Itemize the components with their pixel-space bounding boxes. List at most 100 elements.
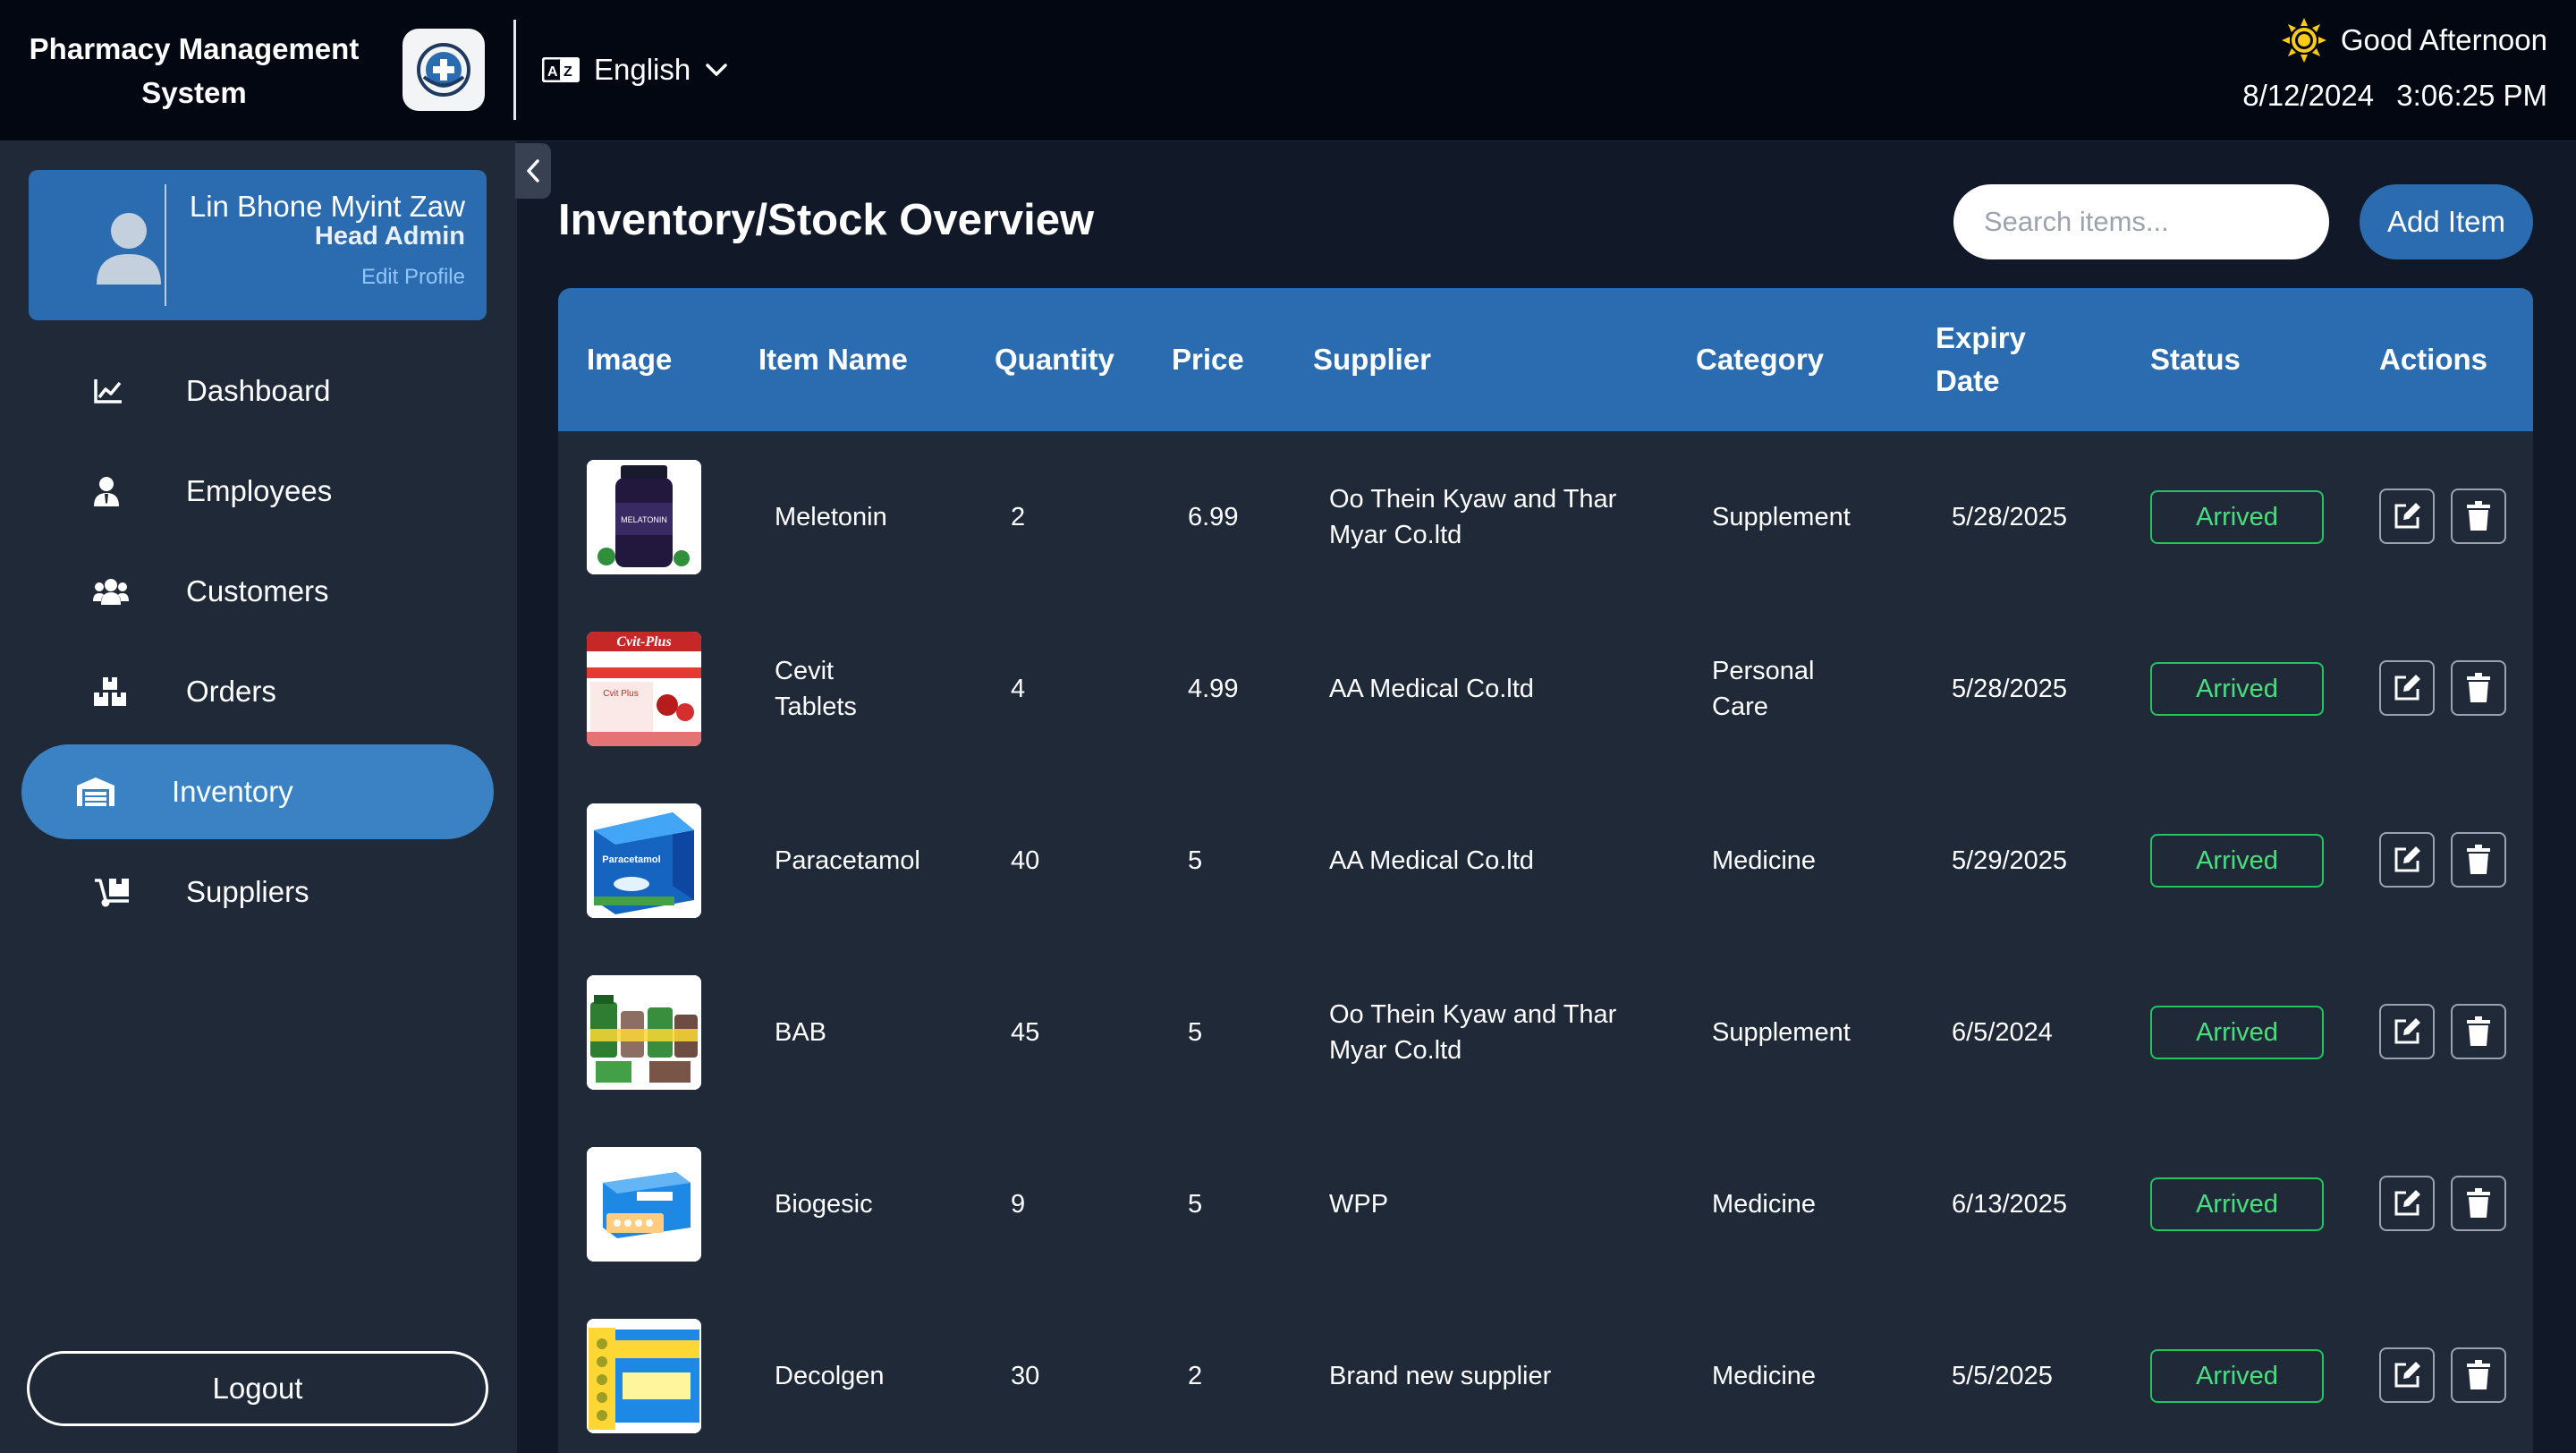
column-header-price: Price bbox=[1172, 343, 1244, 376]
item-price: 6.99 bbox=[1188, 503, 1239, 531]
column-header-quantity: Quantity bbox=[995, 343, 1114, 376]
item-name: Biogesic bbox=[775, 1190, 873, 1219]
table-row: BAB 45 5 Oo Thein Kyaw and Thar Myar Co.… bbox=[558, 947, 2533, 1118]
edit-button[interactable] bbox=[2379, 489, 2435, 544]
item-price: 5 bbox=[1188, 1018, 1203, 1047]
sidebar-item-inventory[interactable]: Inventory bbox=[21, 744, 494, 839]
logout-button[interactable]: Logout bbox=[27, 1351, 488, 1426]
trash-icon bbox=[2467, 673, 2490, 702]
item-supplier: WPP bbox=[1329, 1190, 1389, 1219]
item-expiry-date: 5/28/2025 bbox=[1952, 675, 2068, 703]
chart-line-icon bbox=[93, 378, 156, 404]
sidebar: Lin Bhone Myint Zaw Head Admin Edit Prof… bbox=[0, 141, 517, 1453]
column-header-actions: Actions bbox=[2379, 343, 2488, 376]
boxes-icon bbox=[93, 676, 156, 707]
item-expiry-date: 6/5/2024 bbox=[1952, 1018, 2053, 1047]
item-supplier: Oo Thein Kyaw and Thar Myar Co.ltd bbox=[1329, 1000, 1617, 1065]
column-header-supplier: Supplier bbox=[1313, 343, 1432, 376]
edit-button[interactable] bbox=[2379, 660, 2435, 716]
column-header-item-name: Item Name bbox=[758, 343, 908, 376]
table-row: Cvit-Plus Cvit Plus Cevit Tablets 4 4.99… bbox=[558, 603, 2533, 775]
delete-button[interactable] bbox=[2451, 660, 2506, 716]
table-row: Biogesic 9 5 WPP Medicine 6/13/2025 Arri… bbox=[558, 1118, 2533, 1290]
add-item-button[interactable]: Add Item bbox=[2360, 184, 2533, 259]
header-divider bbox=[513, 20, 516, 120]
sidebar-item-orders[interactable]: Orders bbox=[21, 644, 494, 739]
item-image-bab bbox=[587, 975, 701, 1090]
page-title: Inventory/Stock Overview bbox=[558, 196, 1095, 244]
delete-button[interactable] bbox=[2451, 1347, 2506, 1403]
table-row: Paracetamol Paracetamol 40 5 AA Medical … bbox=[558, 775, 2533, 947]
edit-button[interactable] bbox=[2379, 1176, 2435, 1231]
item-name: BAB bbox=[775, 1018, 827, 1047]
trash-icon bbox=[2467, 1016, 2490, 1046]
delete-button[interactable] bbox=[2451, 489, 2506, 544]
svg-text:A: A bbox=[547, 64, 558, 80]
item-name: Decolgen bbox=[775, 1362, 885, 1390]
item-category: Supplement bbox=[1712, 1018, 1851, 1047]
sidebar-item-suppliers[interactable]: Suppliers bbox=[21, 845, 494, 939]
edit-icon bbox=[2394, 846, 2420, 872]
item-supplier: Brand new supplier bbox=[1329, 1362, 1552, 1390]
item-category: Medicine bbox=[1712, 846, 1817, 875]
sun-icon bbox=[2281, 18, 2326, 63]
column-header-category: Category bbox=[1696, 343, 1825, 376]
sidebar-item-customers[interactable]: Customers bbox=[21, 544, 494, 639]
trash-icon bbox=[2467, 1188, 2490, 1218]
chevron-left-icon bbox=[527, 159, 539, 183]
delete-button[interactable] bbox=[2451, 1176, 2506, 1231]
item-quantity: 30 bbox=[1011, 1362, 1040, 1390]
item-quantity: 45 bbox=[1011, 1018, 1040, 1047]
profile-name: Lin Bhone Myint Zaw bbox=[189, 190, 465, 223]
sidebar-item-employees[interactable]: Employees bbox=[21, 444, 494, 539]
item-quantity: 2 bbox=[1011, 503, 1026, 531]
search-input[interactable] bbox=[1953, 184, 2329, 259]
user-tie-icon bbox=[93, 476, 156, 506]
item-expiry-date: 6/13/2025 bbox=[1952, 1190, 2068, 1219]
inventory-table: Image Item Name Quantity Price Supplier … bbox=[558, 288, 2533, 1453]
item-image-paracetamol: Paracetamol bbox=[587, 803, 701, 918]
status-badge: Arrived bbox=[2150, 834, 2324, 888]
edit-icon bbox=[2394, 1018, 2420, 1044]
item-supplier: Oo Thein Kyaw and Thar Myar Co.ltd bbox=[1329, 485, 1617, 549]
item-expiry-date: 5/29/2025 bbox=[1952, 846, 2068, 875]
svg-text:Cvit-Plus: Cvit-Plus bbox=[616, 634, 671, 650]
sidebar-item-label: Suppliers bbox=[186, 875, 309, 908]
item-category: Medicine bbox=[1712, 1362, 1817, 1390]
item-name: Cevit Tablets bbox=[775, 657, 857, 721]
language-selector[interactable]: A Z English bbox=[542, 47, 728, 93]
sidebar-item-dashboard[interactable]: Dashboard bbox=[21, 344, 494, 438]
trash-icon bbox=[2467, 845, 2490, 874]
table-header: Image Item Name Quantity Price Supplier … bbox=[558, 288, 2533, 431]
column-header-image: Image bbox=[587, 343, 673, 376]
greeting: Good Afternoon bbox=[2281, 18, 2547, 63]
item-expiry-date: 5/5/2025 bbox=[1952, 1362, 2053, 1390]
delete-button[interactable] bbox=[2451, 1004, 2506, 1059]
item-category: Personal Care bbox=[1712, 657, 1815, 721]
chevron-down-icon bbox=[706, 64, 727, 76]
item-name: Meletonin bbox=[775, 503, 887, 531]
sidebar-item-label: Customers bbox=[186, 574, 329, 608]
item-price: 5 bbox=[1188, 1190, 1203, 1219]
date-time: 8/12/2024 3:06:25 PM bbox=[2242, 79, 2547, 113]
collapse-sidebar-button[interactable] bbox=[515, 143, 551, 199]
edit-profile-link[interactable]: Edit Profile bbox=[361, 265, 465, 290]
profile-role: Head Admin bbox=[314, 222, 465, 251]
delete-button[interactable] bbox=[2451, 832, 2506, 888]
column-header-status: Status bbox=[2150, 343, 2241, 376]
edit-button[interactable] bbox=[2379, 832, 2435, 888]
edit-button[interactable] bbox=[2379, 1004, 2435, 1059]
profile-card: Lin Bhone Myint Zaw Head Admin Edit Prof… bbox=[29, 170, 487, 320]
pharmacy-cross-icon bbox=[417, 43, 470, 97]
language-label: English bbox=[594, 53, 691, 86]
sidebar-item-label: Inventory bbox=[172, 775, 293, 808]
status-badge: Arrived bbox=[2150, 1006, 2324, 1059]
item-category: Supplement bbox=[1712, 503, 1851, 531]
item-image-biogesic bbox=[587, 1147, 701, 1262]
item-image-decolgen bbox=[587, 1319, 701, 1433]
status-badge: Arrived bbox=[2150, 1177, 2324, 1231]
edit-button[interactable] bbox=[2379, 1347, 2435, 1403]
item-image-melatonin: MELATONIN bbox=[587, 460, 701, 574]
item-quantity: 9 bbox=[1011, 1190, 1026, 1219]
table-row: Decolgen 30 2 Brand new supplier Medicin… bbox=[558, 1290, 2533, 1453]
